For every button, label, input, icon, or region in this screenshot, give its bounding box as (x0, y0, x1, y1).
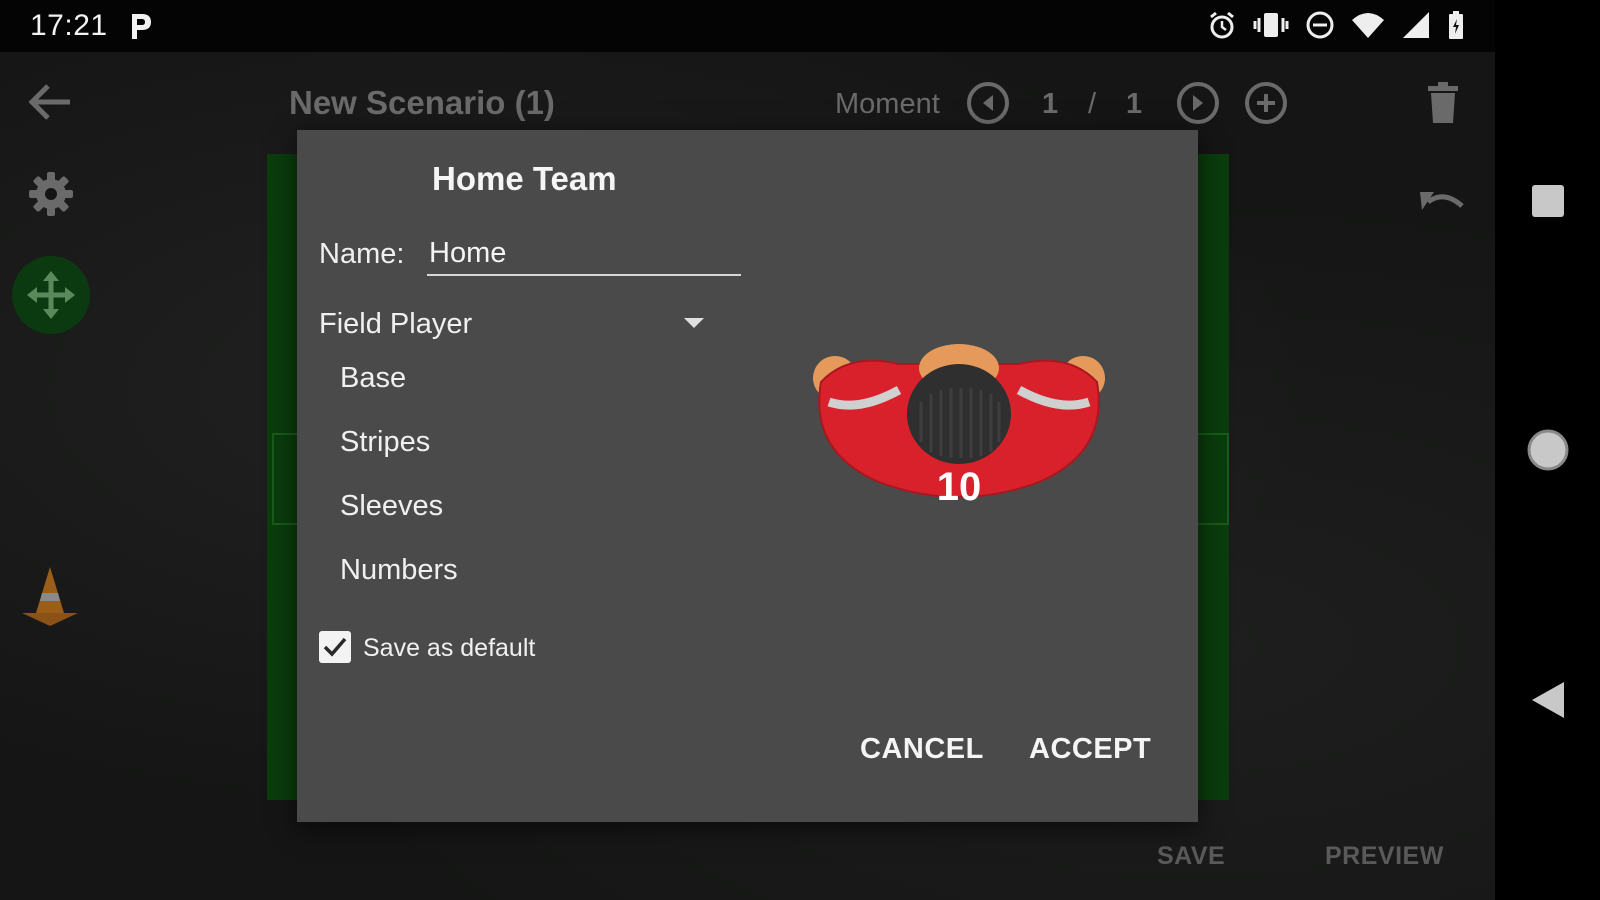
home-button[interactable] (1526, 428, 1570, 472)
wifi-icon (1352, 13, 1384, 38)
option-base[interactable]: Base (340, 362, 406, 395)
save-button[interactable]: SAVE (1157, 842, 1225, 871)
player-type-dropdown[interactable]: Field Player (319, 300, 719, 346)
save-default-label: Save as default (363, 634, 536, 662)
add-moment-button[interactable] (1245, 82, 1287, 124)
option-numbers[interactable]: Numbers (340, 554, 458, 587)
moment-label: Moment (835, 88, 940, 120)
alarm-icon (1210, 11, 1234, 39)
status-icons (1207, 10, 1465, 40)
back-nav-button[interactable] (1530, 680, 1566, 720)
jersey-number: 10 (937, 465, 982, 502)
player-type-value: Field Player (319, 308, 473, 340)
accept-button[interactable]: ACCEPT (1029, 733, 1151, 766)
save-default-checkbox[interactable] (319, 631, 351, 663)
moment-current: 1 (1042, 88, 1059, 120)
signal-icon (1403, 12, 1429, 38)
parking-icon (128, 11, 154, 41)
chevron-right-icon (1193, 95, 1203, 111)
moment-separator: / (1088, 88, 1097, 120)
plus-icon (1257, 94, 1275, 112)
team-name-input[interactable] (427, 232, 741, 276)
move-arrows-icon (27, 271, 75, 319)
dnd-icon (1306, 11, 1334, 39)
cancel-button[interactable]: CANCEL (860, 733, 984, 766)
checkmark-icon (323, 637, 347, 657)
recents-button[interactable] (1531, 184, 1565, 218)
battery-icon (1449, 11, 1463, 39)
player-jersey-preview: 10 (813, 344, 1105, 502)
preview-button[interactable]: PREVIEW (1325, 842, 1444, 871)
option-stripes[interactable]: Stripes (340, 426, 430, 459)
cone-icon[interactable] (20, 565, 80, 627)
option-sleeves[interactable]: Sleeves (340, 490, 443, 523)
status-time: 17:21 (30, 9, 108, 42)
previous-moment-button[interactable] (967, 82, 1009, 124)
chevron-left-icon (983, 95, 993, 111)
move-tool-button[interactable] (12, 256, 90, 334)
back-arrow-icon[interactable] (28, 82, 72, 122)
vibrate-icon (1253, 13, 1289, 37)
home-team-dialog: Home Team Name: Field Player Base Stripe… (297, 130, 1198, 822)
dialog-title: Home Team (432, 160, 617, 197)
gear-icon[interactable] (27, 170, 75, 218)
field-goal-box-right (1195, 433, 1229, 525)
moment-total: 1 (1126, 88, 1143, 120)
name-label: Name: (319, 238, 405, 270)
system-nav-bar (1495, 0, 1600, 900)
next-moment-button[interactable] (1177, 82, 1219, 124)
trash-icon[interactable] (1426, 82, 1460, 124)
dropdown-arrow-icon (684, 318, 704, 328)
status-bar: 17:21 (0, 0, 1495, 52)
scenario-title: New Scenario (1) (289, 84, 555, 121)
undo-icon[interactable] (1418, 188, 1466, 218)
